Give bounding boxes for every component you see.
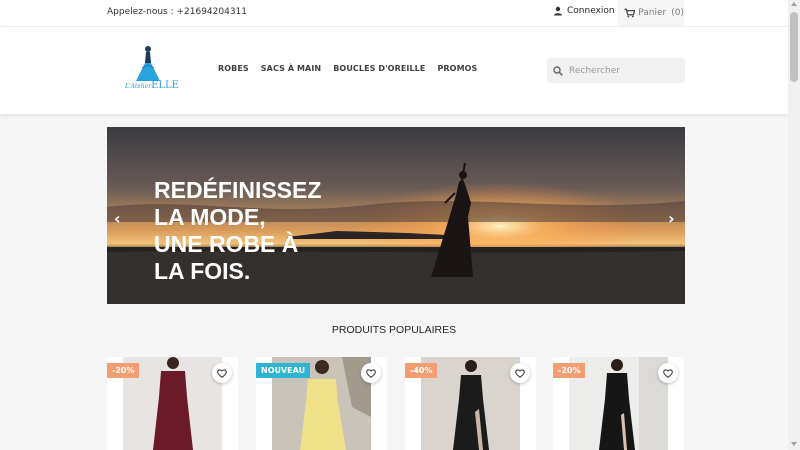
heart-icon <box>515 368 525 378</box>
product-card[interactable]: -20% <box>553 357 684 450</box>
heart-icon <box>366 368 376 378</box>
scroll-down-arrow-icon[interactable] <box>791 442 797 446</box>
login-link[interactable]: Connexion <box>553 6 615 16</box>
section-title: PRODUITS POPULAIRES <box>331 324 457 336</box>
discount-badge: -20% <box>553 363 586 378</box>
new-badge: NOUVEAU <box>256 363 311 378</box>
nav-promos[interactable]: PROMOS <box>437 64 477 73</box>
discount-badge: -40% <box>405 363 438 378</box>
cart-button[interactable]: Panier (0) <box>618 0 684 26</box>
heart-icon <box>663 368 673 378</box>
search-icon <box>553 65 563 76</box>
top-bar: Appelez-nous : +21694204311 Connexion Pa… <box>0 0 788 26</box>
search-input[interactable]: Rechercher <box>569 66 620 76</box>
wishlist-button[interactable] <box>510 363 530 383</box>
carousel-next-button[interactable]: › <box>668 209 675 228</box>
user-icon <box>554 6 562 16</box>
main-nav: ROBES SACS À MAIN BOUCLES D'OREILLE PROM… <box>218 64 477 73</box>
product-list: -20% NOUVEAU -40% -20% <box>107 357 685 450</box>
scroll-up-arrow-icon[interactable] <box>791 2 797 6</box>
nav-sacs-a-main[interactable]: SACS À MAIN <box>261 64 321 73</box>
hero-caption: REDÉFINISSEZ LA MODE, UNE ROBE À LA FOIS… <box>154 177 322 284</box>
discount-badge: -20% <box>107 363 140 378</box>
contact-phone: Appelez-nous : +21694204311 <box>107 7 248 17</box>
search-box[interactable]: Rechercher <box>547 58 685 83</box>
product-card[interactable]: NOUVEAU <box>256 357 387 450</box>
logo-main-text: ELLE <box>151 80 179 91</box>
cart-icon <box>624 8 636 18</box>
logo-wordmark: L'AtelierELLE <box>125 80 179 91</box>
nav-robes[interactable]: ROBES <box>218 64 249 73</box>
hero-carousel[interactable]: REDÉFINISSEZ LA MODE, UNE ROBE À LA FOIS… <box>107 127 685 304</box>
wishlist-button[interactable] <box>658 363 678 383</box>
heart-icon <box>217 368 227 378</box>
logo-small-text: L'Atelier <box>125 83 152 90</box>
product-card[interactable]: -40% <box>405 357 536 450</box>
wishlist-button[interactable] <box>361 363 381 383</box>
nav-boucles-doreille[interactable]: BOUCLES D'OREILLE <box>333 64 425 73</box>
product-card[interactable]: -20% <box>107 357 238 450</box>
login-label: Connexion <box>567 6 615 16</box>
cart-label: Panier <box>638 8 667 18</box>
site-header: L'AtelierELLE ROBES SACS À MAIN BOUCLES … <box>0 26 788 114</box>
carousel-prev-button[interactable]: ‹ <box>114 209 121 228</box>
cart-count: (0) <box>671 8 684 18</box>
scrollbar-thumb[interactable] <box>790 12 798 82</box>
wishlist-button[interactable] <box>212 363 232 383</box>
page-scrollbar[interactable] <box>788 0 800 450</box>
